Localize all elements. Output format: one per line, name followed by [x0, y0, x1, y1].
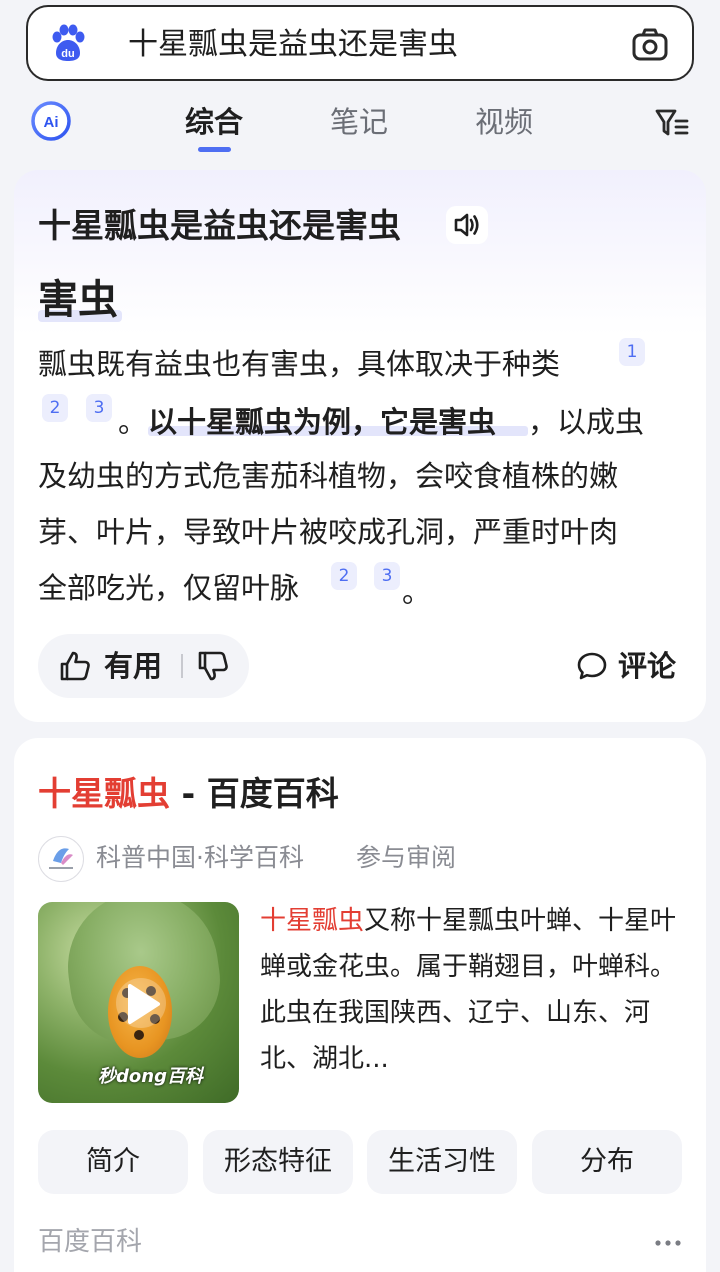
svg-text:Ai: Ai	[44, 114, 59, 131]
title-keyword: 十星瓢虫	[38, 774, 170, 813]
section-distribution-button[interactable]: 分布	[532, 1130, 682, 1194]
thumb-down-icon[interactable]	[196, 649, 230, 683]
tab-notes[interactable]: 笔记	[330, 102, 388, 142]
section-habits-button[interactable]: 生活习性	[367, 1130, 517, 1194]
answer-line-5: 全部吃光，仅留叶脉	[38, 571, 300, 605]
summary-keyword: 十星瓢虫	[260, 906, 365, 936]
video-watermark: 秒dong百科	[98, 1066, 203, 1087]
search-bar[interactable]: du 十星瓢虫是益虫还是害虫	[26, 5, 694, 81]
tab-videos[interactable]: 视频	[475, 102, 533, 142]
video-thumbnail[interactable]: 秒dong百科	[38, 902, 239, 1103]
ai-answer-card: 十星瓢虫是益虫还是害虫 害虫 瓢虫既有益虫也有害虫，具体取决于种类 1 2 3 …	[14, 170, 706, 722]
answer-line-2-period: 。	[118, 405, 148, 439]
source-name[interactable]: 科普中国·科学百科	[96, 840, 304, 876]
answer-line-4: 芽、叶片，导致叶片被咬成孔洞，严重时叶肉	[38, 515, 619, 549]
filter-icon[interactable]	[654, 106, 690, 140]
baike-result-title[interactable]: 十星瓢虫 - 百度百科	[38, 772, 339, 816]
citation-1[interactable]: 1	[619, 338, 645, 366]
citation-2[interactable]: 2	[42, 394, 68, 422]
answer-highlight: 以十星瓢虫为例，它是害虫	[148, 405, 497, 439]
search-query-text[interactable]: 十星瓢虫是益虫还是害虫	[128, 25, 458, 65]
comment-icon	[577, 652, 607, 680]
baike-summary[interactable]: 十星瓢虫又称十星瓢虫叶蝉、十星叶蝉或金花虫。属于鞘翅目，叶蝉科。此虫在我国陕西、…	[260, 898, 690, 1082]
footer-source[interactable]: 百度百科	[38, 1224, 142, 1260]
short-answer: 害虫	[38, 277, 118, 323]
tab-bar: Ai 综合 笔记 视频	[0, 88, 720, 158]
more-dots-icon[interactable]	[654, 1238, 682, 1248]
title-source: 百度百科	[206, 774, 339, 813]
answer-line-5-period: 。	[402, 575, 432, 609]
baike-result-card[interactable]: 十星瓢虫 - 百度百科 科普中国·科学百科 参与审阅 秒dong百科 十星瓢虫又	[14, 738, 706, 1272]
answer-line-2-tail: ，以成虫	[528, 405, 645, 439]
active-tab-indicator	[198, 147, 231, 152]
section-intro-button[interactable]: 简介	[38, 1130, 188, 1194]
baidu-logo-icon[interactable]: du	[48, 23, 88, 63]
feedback-divider	[181, 654, 183, 678]
ai-assistant-icon[interactable]: Ai	[30, 100, 72, 142]
citation-3[interactable]: 3	[86, 394, 112, 422]
feedback-pill: 有用	[38, 634, 249, 698]
play-icon[interactable]	[122, 982, 162, 1026]
section-morphology-button[interactable]: 形态特征	[203, 1130, 353, 1194]
title-separator: -	[170, 774, 207, 813]
thumb-up-icon[interactable]	[58, 649, 92, 683]
comment-button[interactable]: 评论	[576, 646, 686, 686]
answer-line-1: 瓢虫既有益虫也有害虫，具体取决于种类	[38, 347, 561, 381]
answer-question-title: 十星瓢虫是益虫还是害虫	[38, 206, 401, 245]
source-review-label: 参与审阅	[356, 843, 457, 872]
citation-2b[interactable]: 2	[331, 562, 357, 590]
comment-label: 评论	[618, 649, 677, 683]
tab-comprehensive[interactable]: 综合	[185, 102, 243, 142]
citation-3b[interactable]: 3	[374, 562, 400, 590]
speaker-button[interactable]	[446, 206, 488, 244]
answer-line-3: 及幼虫的方式危害茄科植物，会咬食植株的嫩	[38, 459, 619, 493]
svg-text:du: du	[61, 48, 74, 60]
source-avatar[interactable]	[38, 836, 84, 882]
kepu-logo-icon	[49, 848, 73, 869]
speaker-icon	[454, 213, 479, 237]
camera-icon[interactable]	[630, 25, 670, 65]
useful-label[interactable]: 有用	[104, 646, 162, 686]
